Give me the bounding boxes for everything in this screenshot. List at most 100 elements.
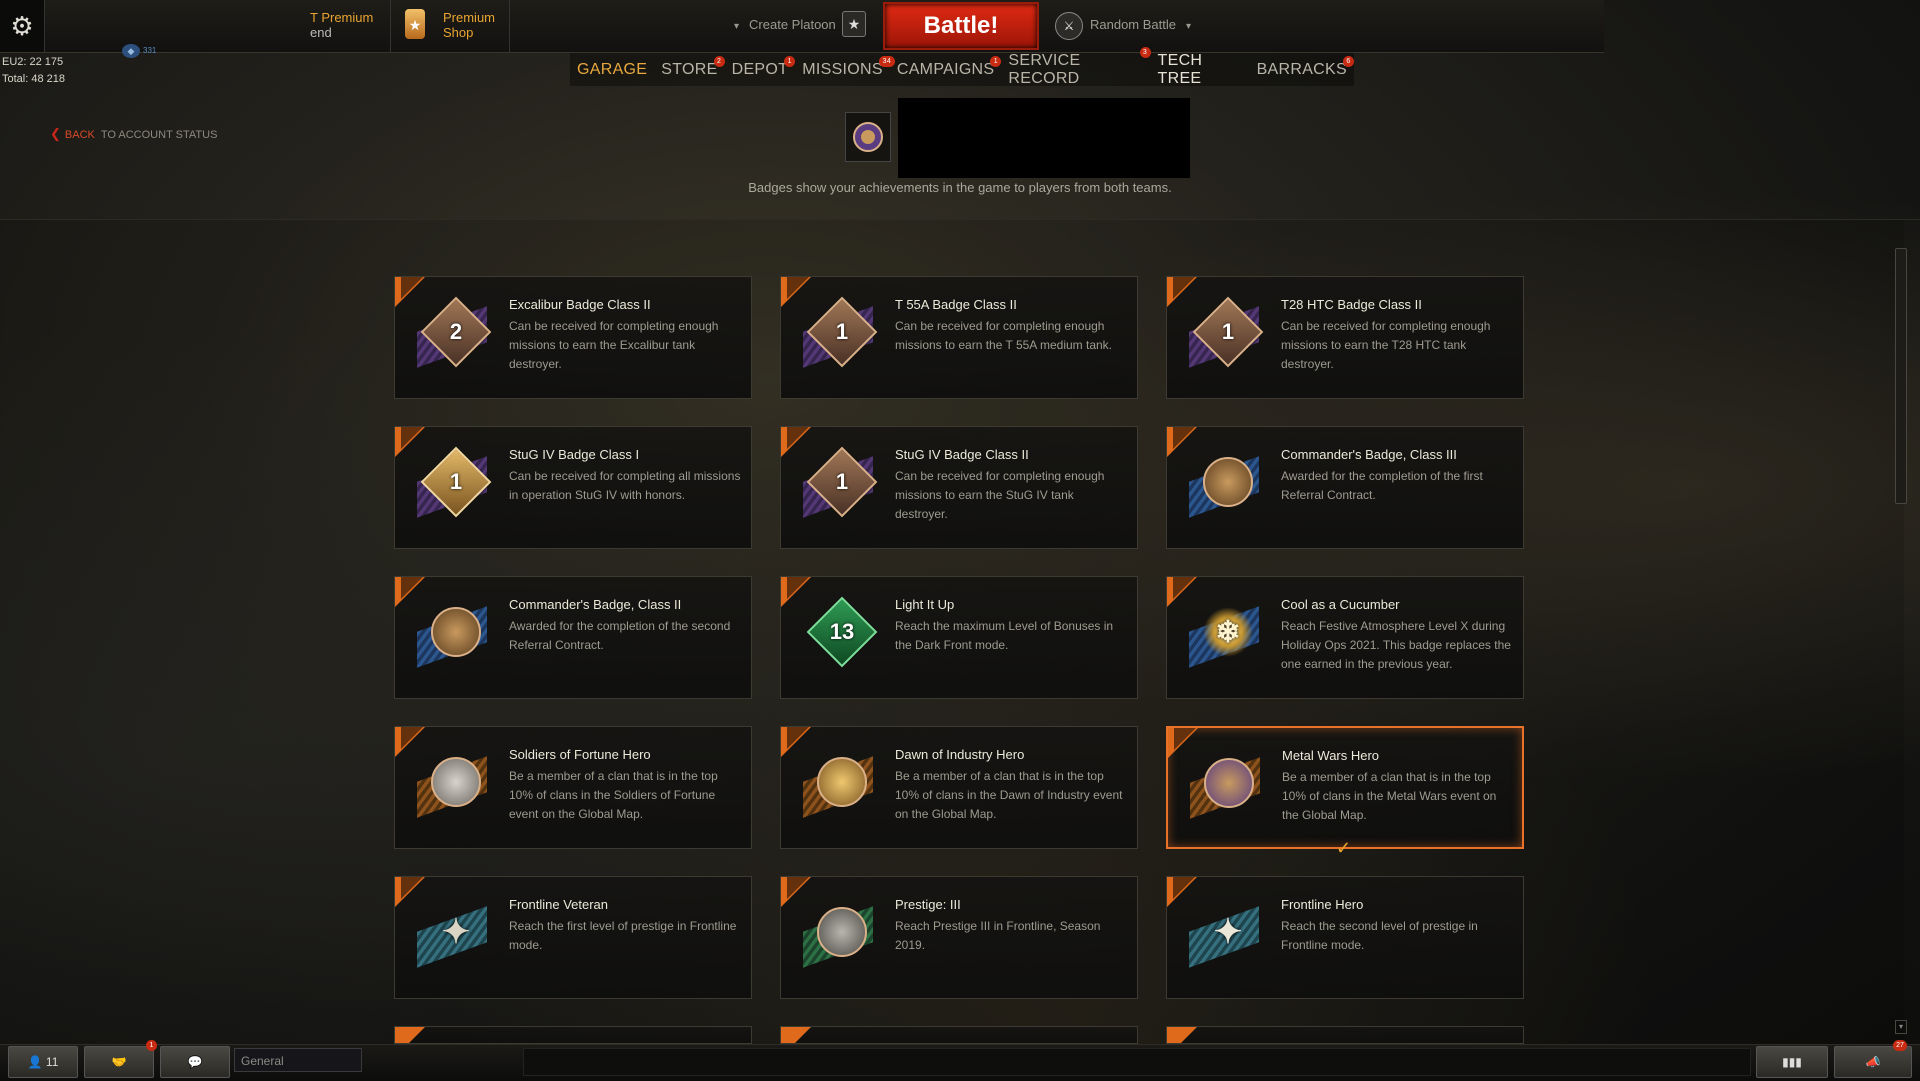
badge-description: Reach the second level of prestige in Fr… xyxy=(1281,919,1478,952)
badge-title: T28 HTC Badge Class II xyxy=(1281,297,1422,312)
badge-card[interactable] xyxy=(1166,1026,1524,1044)
nav-missions[interactable]: MISSIONS 34 xyxy=(802,55,895,79)
badge-description: Awarded for the completion of the second… xyxy=(509,619,731,652)
badge-description: Reach the maximum Level of Bonuses in th… xyxy=(895,619,1114,652)
chat-channel-input[interactable]: General xyxy=(234,1048,362,1072)
session-stats-button[interactable]: ▮▮▮ xyxy=(1756,1046,1828,1078)
badge-description: Be a member of a clan that is in the top… xyxy=(509,769,718,821)
server-stats: EU2: 22 175 Total: 48 218 xyxy=(2,54,65,88)
players-online-button[interactable]: 👤 11 xyxy=(8,1046,78,1078)
commander-badge-icon xyxy=(1203,457,1253,507)
badge-description: Awarded for the completion of the first … xyxy=(1281,469,1483,502)
badge-card[interactable] xyxy=(780,1026,1138,1044)
battle-mode-label: Random Battle xyxy=(1090,17,1176,32)
redacted-player-name xyxy=(898,98,1190,178)
nav-tech-tree[interactable]: TECH TREE xyxy=(1158,52,1243,88)
shop-label-2: Shop xyxy=(443,25,474,40)
badge-class-number: 2 xyxy=(449,319,463,344)
battle-mode-selector[interactable]: Random Battle ▾ xyxy=(1090,17,1191,32)
badge-card[interactable]: ❄ Cool as a Cucumber Reach Festive Atmos… xyxy=(1166,576,1524,699)
badge-level-number: 13 xyxy=(829,619,855,644)
back-label: BACK xyxy=(64,129,95,141)
battle-mode-icon[interactable]: ⚔ xyxy=(1055,12,1083,40)
badge-title: Soldiers of Fortune Hero xyxy=(509,747,651,762)
depot-count-badge: 1 xyxy=(784,55,796,67)
nav-service-record[interactable]: SERVICE RECORD 3 xyxy=(1008,46,1151,88)
soldiers-fortune-icon xyxy=(431,757,481,807)
nav-campaigns[interactable]: CAMPAIGNS 1 xyxy=(897,55,1002,79)
badge-class-number: 1 xyxy=(449,469,463,494)
badge-card[interactable]: 1 T28 HTC Badge Class II Can be received… xyxy=(1166,276,1524,399)
premium-status[interactable]: T Premium end xyxy=(310,10,373,40)
nav-store[interactable]: STORE 2 xyxy=(661,55,725,79)
service-record-count-badge: 3 xyxy=(1139,46,1151,58)
total-online: Total: 48 218 xyxy=(2,73,65,85)
badge-description: Reach Festive Atmosphere Level X during … xyxy=(1281,619,1511,671)
scrollbar-thumb[interactable] xyxy=(1895,248,1907,504)
badge-card[interactable]: ✦ Frontline Veteran Reach the first leve… xyxy=(394,876,752,999)
person-icon: 👤 xyxy=(27,1055,43,1069)
back-target-label: TO ACCOUNT STATUS xyxy=(100,129,218,141)
metal-wars-icon xyxy=(1204,758,1254,808)
badge-card[interactable]: 13 Light It Up Reach the maximum Level o… xyxy=(780,576,1138,699)
top-bar: ⚙ T Premium end ★ Premium Shop ▾ Create P… xyxy=(0,0,1604,53)
commander-badge-icon xyxy=(431,607,481,657)
barracks-count-badge: 6 xyxy=(1343,55,1354,67)
badge-card[interactable]: Commander's Badge, Class II Awarded for … xyxy=(394,576,752,699)
premium-label: T Premium xyxy=(310,10,374,25)
megaphone-icon: 📣 xyxy=(1865,1055,1881,1069)
bar-chart-icon: ▮▮▮ xyxy=(1782,1055,1802,1069)
selected-checkmark-icon: ✓ xyxy=(1336,838,1352,858)
chevron-down-icon: ▾ xyxy=(1186,21,1192,32)
create-platoon-label: Create Platoon xyxy=(749,17,836,32)
badge-card[interactable] xyxy=(394,1026,752,1044)
badge-title: Metal Wars Hero xyxy=(1282,748,1380,763)
badge-description: Can be received for completing all missi… xyxy=(509,469,741,502)
scroll-down-icon[interactable]: ▾ xyxy=(1895,1020,1907,1034)
badges-caption: Badges show your achievements in the gam… xyxy=(748,180,1172,195)
selected-badge-slot[interactable] xyxy=(845,112,891,162)
missions-count-badge: 34 xyxy=(878,55,895,67)
store-count-badge: 2 xyxy=(713,55,725,67)
badge-title: StuG IV Badge Class I xyxy=(509,447,640,462)
chat-button[interactable]: 💬 xyxy=(160,1046,230,1078)
badge-card[interactable]: Commander's Badge, Class III Awarded for… xyxy=(1166,426,1524,549)
badge-title: Dawn of Industry Hero xyxy=(895,747,1025,762)
platoon-star-icon[interactable]: ★ xyxy=(842,11,866,37)
prestige-icon xyxy=(817,907,867,957)
chevron-left-icon: ❮ xyxy=(50,126,61,141)
badge-class-number: 1 xyxy=(835,319,849,344)
frontline-star-icon: ✦ xyxy=(1213,913,1243,951)
contacts-badge: 1 xyxy=(146,1040,157,1051)
badge-card[interactable]: ✦ Frontline Hero Reach the second level … xyxy=(1166,876,1524,999)
nav-barracks[interactable]: BARRACKS 6 xyxy=(1257,55,1354,79)
badge-card[interactable]: 1 StuG IV Badge Class II Can be received… xyxy=(780,426,1138,549)
premium-shop-button[interactable]: ★ Premium Shop xyxy=(390,0,510,52)
badge-title: Frontline Veteran xyxy=(509,897,609,912)
create-platoon-button[interactable]: ▾ Create Platoon xyxy=(734,17,836,32)
battle-button[interactable]: Battle! xyxy=(883,2,1039,50)
handshake-icon: 🤝 xyxy=(111,1055,127,1069)
badge-card[interactable]: 2 Excalibur Badge Class II Can be receiv… xyxy=(394,276,752,399)
nav-garage[interactable]: GARAGE xyxy=(577,61,647,79)
back-link[interactable]: ❮ BACK TO ACCOUNT STATUS xyxy=(50,126,217,142)
badge-card[interactable]: 1 StuG IV Badge Class I Can be received … xyxy=(394,426,752,549)
badge-card[interactable]: Soldiers of Fortune Hero Be a member of … xyxy=(394,726,752,849)
badge-description: Can be received for completing enough mi… xyxy=(895,319,1113,352)
campaigns-count-badge: 1 xyxy=(990,55,1002,67)
badge-title: Light It Up xyxy=(895,597,955,612)
players-count: 11 xyxy=(45,1055,59,1069)
metal-wars-icon xyxy=(853,122,883,152)
frontline-star-icon: ✦ xyxy=(441,913,471,951)
shopping-bag-icon: ★ xyxy=(405,9,425,39)
badge-card[interactable]: Prestige: III Reach Prestige III in Fron… xyxy=(780,876,1138,999)
badge-card[interactable]: Dawn of Industry Hero Be a member of a c… xyxy=(780,726,1138,849)
nav-depot[interactable]: DEPOT 1 xyxy=(732,55,796,79)
settings-gear-icon[interactable]: ⚙ xyxy=(0,0,45,52)
contacts-button[interactable]: 🤝 xyxy=(84,1046,154,1078)
main-navigation: GARAGE STORE 2 DEPOT 1 MISSIONS 34 CAMPAIGN… xyxy=(570,46,1354,88)
badge-card-selected[interactable]: Metal Wars Hero Be a member of a clan th… xyxy=(1166,726,1524,849)
dawn-industry-icon xyxy=(817,757,867,807)
badge-title: Commander's Badge, Class II xyxy=(509,597,682,612)
badge-card[interactable]: 1 T 55A Badge Class II Can be received f… xyxy=(780,276,1138,399)
